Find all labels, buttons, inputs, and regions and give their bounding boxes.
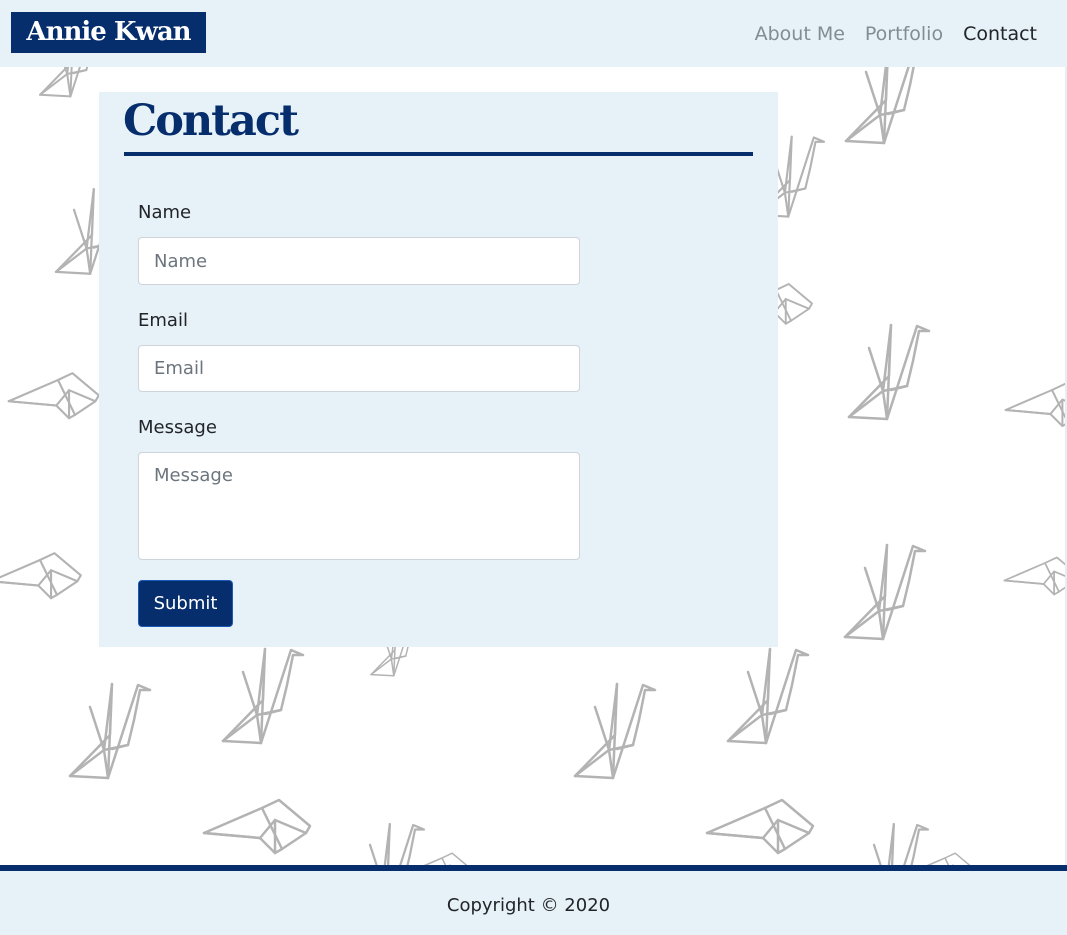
nav-link-contact[interactable]: Contact [963, 23, 1037, 45]
message-textarea[interactable] [138, 452, 580, 560]
brand-logo[interactable]: Annie Kwan [11, 12, 206, 53]
nav-link-portfolio[interactable]: Portfolio [865, 23, 943, 45]
email-label: Email [138, 310, 188, 331]
nav-link-about-me[interactable]: About Me [755, 23, 845, 45]
submit-button[interactable]: Submit [138, 580, 233, 627]
footer: Copyright © 2020 [0, 865, 1067, 935]
top-navbar: Annie Kwan About Me Portfolio Contact [0, 0, 1067, 67]
name-input[interactable] [138, 237, 580, 285]
title-underline [124, 152, 753, 156]
page-title: Contact [123, 96, 299, 146]
message-label: Message [138, 417, 217, 438]
copyright-text: Copyright © 2020 [446, 895, 611, 916]
name-label: Name [138, 202, 192, 223]
nav-links: About Me Portfolio Contact [735, 0, 1037, 67]
contact-card: Contact Name Email Message Submit [99, 92, 778, 647]
email-input[interactable] [138, 345, 580, 392]
